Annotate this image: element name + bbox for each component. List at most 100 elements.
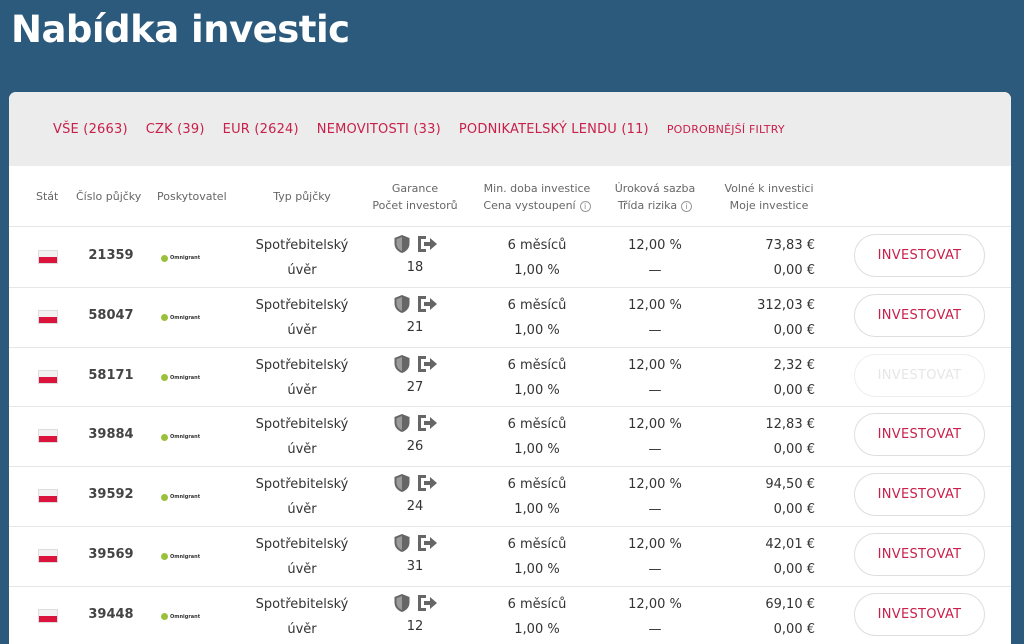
omnigrant-logo: Omnigrant	[161, 552, 207, 562]
guarantee-cell: 24	[380, 473, 450, 514]
min-duration: 6 měsíců	[507, 297, 567, 313]
shield-icon	[394, 235, 409, 253]
column-country[interactable]: Stát	[36, 188, 58, 205]
info-icon[interactable]: i	[579, 200, 591, 212]
invest-button[interactable]: INVESTOVAT	[854, 413, 985, 457]
filter-business-lendu[interactable]: PODNIKATELSKÝ LENDU (11)	[459, 122, 649, 137]
poland-flag-icon	[38, 429, 58, 444]
available-cell: 312,03 € 0,00 €	[709, 293, 815, 343]
invest-button[interactable]: INVESTOVAT	[854, 293, 985, 337]
duration-cell: 6 měsíců 1,00 %	[479, 592, 595, 642]
loan-type: Spotřebitelský úvěr	[255, 357, 349, 398]
column-loan-type[interactable]: Typ půjčky	[249, 188, 355, 205]
exit-price: 1,00 %	[514, 322, 560, 338]
available-amount: 69,10 €	[765, 596, 815, 612]
filter-all[interactable]: VŠE (2663)	[53, 122, 128, 137]
risk-class: —	[648, 561, 662, 577]
available-amount: 73,83 €	[765, 238, 815, 253]
rate-cell: 12,00 % —	[609, 592, 701, 642]
risk-class: —	[648, 442, 662, 458]
poland-flag-icon	[38, 369, 58, 384]
exit-arrow-icon	[417, 355, 437, 372]
loan-number[interactable]: 21359	[76, 248, 146, 263]
omnigrant-logo: Omnigrant	[161, 253, 207, 263]
invest-button[interactable]: INVESTOVAT	[854, 234, 985, 277]
detailed-filters-link[interactable]: PODROBNĚJŠÍ FILTRY	[667, 123, 785, 136]
invest-button[interactable]: INVESTOVAT	[854, 473, 985, 517]
rate-cell: 12,00 % —	[609, 472, 701, 522]
loan-number[interactable]: 39592	[76, 487, 146, 502]
risk-class: —	[648, 502, 662, 518]
table-row: 58171 Omnigrant Spotřebitelský úvěr 27 6 …	[9, 348, 1011, 408]
loan-type: Spotřebitelský úvěr	[255, 477, 349, 518]
min-duration: 6 měsíců	[507, 357, 567, 373]
column-guarantee-label: Garance	[391, 182, 439, 195]
available-cell: 94,50 € 0,00 €	[709, 472, 815, 522]
my-investment: 0,00 €	[773, 263, 815, 278]
rate-cell: 12,00 % —	[609, 412, 701, 462]
provider-name: Omnigrant	[170, 434, 201, 441]
column-rate[interactable]: Úroková sazba Třída rizika i	[609, 180, 701, 214]
min-duration: 6 měsíců	[507, 536, 567, 552]
duration-cell: 6 měsíců 1,00 %	[479, 293, 595, 343]
omnigrant-logo: Omnigrant	[161, 313, 207, 323]
provider-name: Omnigrant	[170, 255, 201, 261]
duration-cell: 6 měsíců 1,00 %	[479, 233, 595, 283]
filter-eur[interactable]: EUR (2624)	[223, 122, 299, 137]
interest-rate: 12,00 %	[628, 536, 682, 552]
guarantee-cell: 26	[380, 413, 450, 454]
table-row: 21359 Omnigrant Spotřebitelský úvěr 18 6 …	[9, 228, 1011, 288]
duration-cell: 6 měsíců 1,00 %	[479, 472, 595, 522]
column-my-investment-label: Moje investice	[729, 199, 809, 212]
guarantee-cell: 27	[380, 354, 450, 395]
loan-type: Spotřebitelský úvěr	[255, 596, 349, 637]
poland-flag-icon	[38, 608, 58, 623]
loan-type: Spotřebitelský úvěr	[255, 417, 349, 458]
omnigrant-logo: Omnigrant	[161, 432, 207, 442]
column-available[interactable]: Volné k investici Moje investice	[719, 180, 819, 214]
investment-offer-panel: VŠE (2663) CZK (39) EUR (2624) NEMOVITOS…	[9, 92, 1011, 644]
invest-button[interactable]: INVESTOVAT	[854, 532, 985, 576]
my-investment: 0,00 €	[773, 621, 815, 637]
loan-number[interactable]: 39884	[76, 427, 146, 442]
shield-icon	[394, 533, 409, 552]
shield-icon	[394, 474, 409, 493]
column-duration[interactable]: Min. doba investice Cena vystoupení i	[475, 180, 599, 214]
risk-class: —	[648, 382, 662, 398]
provider-name: Omnigrant	[170, 314, 201, 321]
guarantee-cell: 21	[380, 294, 450, 335]
exit-arrow-icon	[417, 415, 437, 432]
omnigrant-logo: Omnigrant	[161, 492, 207, 502]
filter-real-estate[interactable]: NEMOVITOSTI (33)	[317, 122, 441, 137]
available-amount: 12,83 €	[765, 417, 815, 433]
provider-name: Omnigrant	[170, 553, 201, 560]
invest-button[interactable]: INVESTOVAT	[854, 592, 985, 636]
investor-count: 26	[406, 439, 424, 455]
available-cell: 2,32 € 0,00 €	[709, 353, 815, 403]
loan-number[interactable]: 58171	[76, 368, 146, 383]
column-rate-label: Úroková sazba	[614, 182, 696, 195]
exit-price: 1,00 %	[514, 502, 560, 518]
column-loan-number[interactable]: Číslo půjčky	[76, 188, 141, 205]
invest-button[interactable]: INVESTOVAT	[854, 353, 985, 397]
exit-price: 1,00 %	[514, 621, 560, 637]
interest-rate: 12,00 %	[628, 238, 682, 253]
column-exit-price-label: Cena vystoupení	[483, 199, 576, 212]
duration-cell: 6 měsíců 1,00 %	[479, 412, 595, 462]
loan-number[interactable]: 39448	[76, 607, 146, 622]
filter-bar: VŠE (2663) CZK (39) EUR (2624) NEMOVITOS…	[9, 92, 1011, 166]
exit-price: 1,00 %	[514, 382, 560, 398]
exit-price: 1,00 %	[514, 561, 560, 577]
page-title: Nabídka investic	[11, 8, 350, 51]
filter-czk[interactable]: CZK (39)	[146, 122, 205, 137]
omnigrant-logo: Omnigrant	[161, 373, 207, 383]
loan-number[interactable]: 58047	[76, 308, 146, 323]
column-provider[interactable]: Poskytovatel	[157, 188, 227, 205]
loan-number[interactable]: 39569	[76, 547, 146, 562]
loan-type: Spotřebitelský úvěr	[255, 238, 349, 278]
column-guarantee[interactable]: Garance Počet investorů	[365, 180, 465, 214]
my-investment: 0,00 €	[773, 442, 815, 458]
available-cell: 42,01 € 0,00 €	[709, 532, 815, 582]
info-icon[interactable]: i	[681, 200, 693, 212]
exit-arrow-icon	[417, 236, 437, 252]
